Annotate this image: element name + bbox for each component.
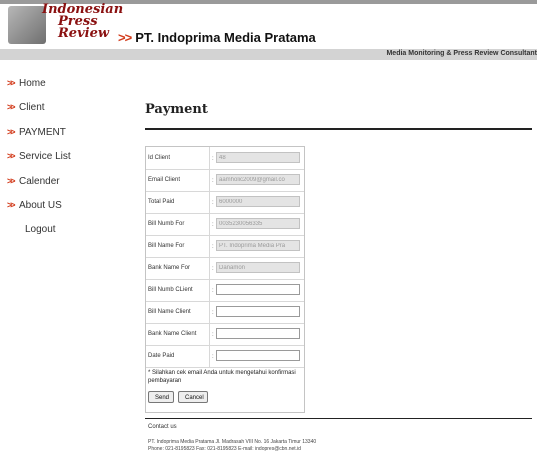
- form-row-email-client: Email Client :: [146, 169, 304, 192]
- bill-name-for-field[interactable]: [216, 240, 300, 251]
- email-client-field[interactable]: [216, 174, 300, 185]
- send-button[interactable]: Send: [148, 391, 174, 403]
- title-divider: [145, 128, 532, 130]
- colon-separator: :: [212, 156, 214, 162]
- form-row-bank-name-client: Bank Name Client :: [146, 323, 304, 346]
- field-label: Bank Name For: [148, 265, 191, 271]
- date-paid-input[interactable]: [216, 350, 300, 361]
- form-row-bill-numb-for: Bill Numb For :: [146, 213, 304, 236]
- arrow-bullet-icon: >>: [7, 199, 16, 210]
- form-row-bill-numb-client: Bill Numb CLient :: [146, 279, 304, 302]
- bill-numb-client-input[interactable]: [216, 284, 300, 295]
- bank-name-for-field[interactable]: [216, 262, 300, 273]
- field-label: Bill Numb For: [148, 221, 185, 227]
- column-divider: [209, 323, 210, 345]
- column-divider: [209, 213, 210, 235]
- arrow-bullet-icon: >>: [7, 175, 16, 186]
- field-label: Bill Name Client: [148, 309, 191, 315]
- contact-us-link[interactable]: Contact us: [148, 424, 177, 430]
- tagline: Media Monitoring & Press Review Consulta…: [386, 50, 537, 57]
- field-label: Bank Name Client: [148, 331, 197, 337]
- double-arrow-icon: >>: [118, 30, 132, 45]
- nav-item-about-us[interactable]: >> About US: [7, 200, 71, 224]
- column-divider: [209, 235, 210, 257]
- colon-separator: :: [212, 288, 214, 294]
- form-row-id-client: Id Client :: [146, 147, 304, 170]
- tagline-bar: Media Monitoring & Press Review Consulta…: [0, 49, 537, 60]
- bill-name-client-input[interactable]: [216, 306, 300, 317]
- field-label: Total Paid: [148, 199, 175, 205]
- nav-label[interactable]: Logout: [25, 224, 56, 235]
- contact-line: Phone: 021-8195823 Fax: 021-8195823 E-ma…: [148, 446, 301, 452]
- colon-separator: :: [212, 266, 214, 272]
- colon-separator: :: [212, 354, 214, 360]
- field-label: Date Paid: [148, 353, 175, 359]
- nav-item-logout[interactable]: Logout: [7, 224, 71, 248]
- logo-wordmark: Indonesian Press Review: [42, 3, 123, 41]
- nav-item-service-list[interactable]: >> Service List: [7, 151, 71, 175]
- colon-separator: :: [212, 332, 214, 338]
- logo-emblem-icon: [8, 6, 46, 44]
- nav-item-calender[interactable]: >> Calender: [7, 176, 71, 200]
- colon-separator: :: [212, 200, 214, 206]
- nav-label[interactable]: About US: [19, 200, 62, 211]
- company-name: >> PT. Indoprima Media Pratama: [118, 30, 316, 45]
- confirmation-note: * Silahkan cek email Anda untuk mengetah…: [148, 370, 296, 384]
- page-title: Payment: [145, 102, 208, 117]
- form-row-bank-name-for: Bank Name For :: [146, 257, 304, 280]
- field-label: Email Client: [148, 177, 181, 183]
- column-divider: [209, 257, 210, 279]
- colon-separator: :: [212, 178, 214, 184]
- field-label: Id Client: [148, 155, 171, 161]
- footer-divider: [145, 418, 532, 419]
- nav-item-payment[interactable]: >> PAYMENT: [7, 127, 71, 151]
- column-divider: [209, 169, 210, 191]
- column-divider: [209, 345, 210, 367]
- cancel-button[interactable]: Cancel: [178, 391, 208, 403]
- nav-item-client[interactable]: >> Client: [7, 102, 71, 126]
- bank-name-client-input[interactable]: [216, 328, 300, 339]
- site-logo[interactable]: Indonesian Press Review: [8, 3, 123, 46]
- colon-separator: :: [212, 244, 214, 250]
- column-divider: [209, 301, 210, 323]
- nav-label[interactable]: Service List: [19, 151, 71, 162]
- colon-separator: :: [212, 222, 214, 228]
- column-divider: [209, 147, 210, 169]
- nav-label[interactable]: Calender: [19, 176, 60, 187]
- total-paid-field[interactable]: [216, 196, 300, 207]
- form-row-bill-name-client: Bill Name Client :: [146, 301, 304, 324]
- nav-label[interactable]: PAYMENT: [19, 127, 66, 138]
- column-divider: [209, 191, 210, 213]
- id-client-field[interactable]: [216, 152, 300, 163]
- sidebar-nav: >> Home >> Client >> PAYMENT >> Service …: [7, 78, 71, 249]
- arrow-bullet-icon: >>: [7, 78, 16, 88]
- arrow-bullet-icon: >>: [7, 126, 16, 137]
- form-row-total-paid: Total Paid :: [146, 191, 304, 214]
- arrow-bullet-icon: >>: [7, 102, 16, 113]
- address-line: PT. Indoprima Media Pratama Jl. Madrasah…: [148, 439, 317, 445]
- arrow-bullet-icon: >>: [7, 151, 16, 162]
- company-name-text: PT. Indoprima Media Pratama: [135, 30, 316, 45]
- field-label: Bill Numb CLient: [148, 287, 193, 293]
- field-label: Bill Name For: [148, 243, 185, 249]
- logo-line-3: Review: [58, 26, 110, 41]
- nav-item-home[interactable]: >> Home: [7, 78, 71, 102]
- form-row-bill-name-for: Bill Name For :: [146, 235, 304, 258]
- footer-address: PT. Indoprima Media Pratama Jl. Madrasah…: [148, 439, 316, 453]
- nav-label[interactable]: Client: [19, 102, 45, 113]
- column-divider: [209, 279, 210, 301]
- payment-form: Id Client : Email Client : Total Paid : …: [145, 146, 305, 413]
- bill-numb-for-field[interactable]: [216, 218, 300, 229]
- colon-separator: :: [212, 310, 214, 316]
- nav-label[interactable]: Home: [19, 78, 46, 89]
- form-row-date-paid: Date Paid :: [146, 345, 304, 368]
